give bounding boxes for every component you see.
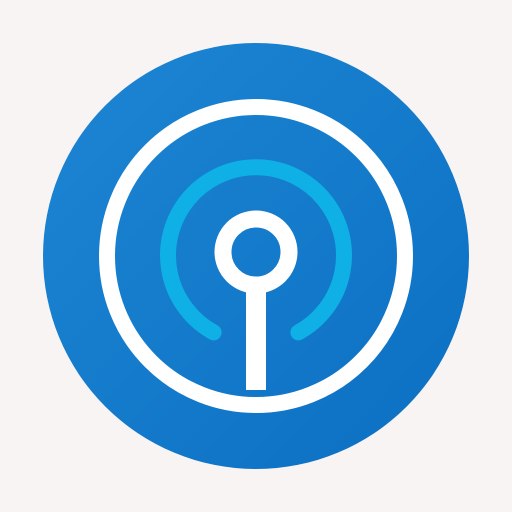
app-icon-canvas: [0, 0, 512, 512]
antenna-stem: [246, 287, 266, 390]
radio-tower-signal-icon: [43, 43, 469, 469]
